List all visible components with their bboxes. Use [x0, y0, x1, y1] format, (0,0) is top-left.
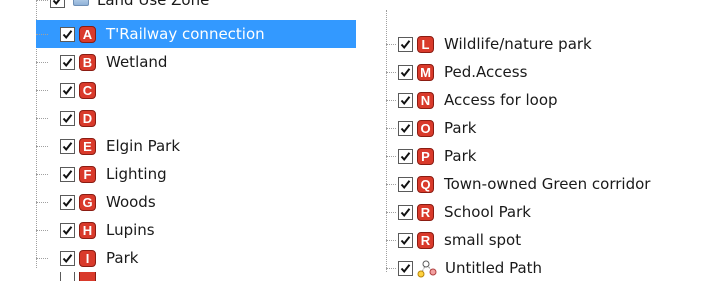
- left-layer-tree: Land Use Zone A T'Railway connection B Wetl…: [0, 0, 360, 281]
- marker-h-icon: H: [79, 221, 96, 239]
- layer-label: Park: [444, 147, 477, 165]
- layer-row-b[interactable]: B Wetland: [36, 48, 336, 76]
- marker-m-icon: M: [417, 63, 434, 81]
- layer-checkbox[interactable]: [398, 36, 413, 52]
- layer-checkbox[interactable]: [60, 222, 75, 238]
- marker-f-icon: F: [79, 165, 96, 183]
- marker-icon: [79, 272, 96, 281]
- marker-r-icon: R: [417, 231, 434, 249]
- layer-checkbox[interactable]: [60, 194, 75, 210]
- layer-label: Access for loop: [444, 91, 558, 109]
- marker-e-icon: E: [79, 137, 96, 155]
- layer-checkbox[interactable]: [398, 260, 413, 276]
- layer-label: School Park: [444, 203, 531, 221]
- layer-label: Lupins: [106, 221, 155, 239]
- layer-checkbox[interactable]: [60, 272, 75, 281]
- layer-checkbox[interactable]: [60, 54, 75, 70]
- layer-label: Wetland: [106, 53, 168, 71]
- layer-row-m[interactable]: M Ped.Access: [386, 58, 721, 86]
- layer-group-row[interactable]: Land Use Zone: [36, 0, 356, 14]
- layer-checkbox[interactable]: [398, 120, 413, 136]
- layer-group-checkbox[interactable]: [50, 0, 65, 8]
- marker-r-icon: R: [417, 203, 434, 221]
- layer-label: Woods: [106, 193, 156, 211]
- layer-row-d[interactable]: D: [36, 104, 336, 132]
- marker-n-icon: N: [417, 91, 434, 109]
- marker-g-icon: G: [79, 193, 96, 211]
- layer-row-partial[interactable]: [36, 272, 106, 281]
- layer-row-o[interactable]: O Park: [386, 114, 721, 142]
- layer-row-n[interactable]: N Access for loop: [386, 86, 721, 114]
- marker-o-icon: O: [417, 119, 434, 137]
- layer-label: Park: [106, 249, 139, 267]
- layer-row-i[interactable]: I Park: [36, 244, 336, 272]
- layer-checkbox[interactable]: [60, 138, 75, 154]
- layer-row-h[interactable]: H Lupins: [36, 216, 336, 244]
- marker-l-icon: L: [417, 35, 434, 53]
- layer-checkbox[interactable]: [398, 232, 413, 248]
- layer-row-a[interactable]: A T'Railway connection: [36, 20, 356, 48]
- layer-row-r[interactable]: Rsmall spot: [386, 226, 721, 254]
- marker-a-icon: A: [79, 25, 96, 43]
- layer-checkbox[interactable]: [60, 82, 75, 98]
- right-layer-tree: L Wildlife/nature park M Ped.Access N Access …: [378, 0, 721, 281]
- layer-checkbox[interactable]: [60, 26, 75, 42]
- marker-i-icon: I: [79, 249, 96, 267]
- layer-row-q[interactable]: Q Town-owned Green corridor: [386, 170, 721, 198]
- layer-label: Ped.Access: [444, 63, 528, 81]
- layer-row-r[interactable]: R School Park: [386, 198, 721, 226]
- layer-group-icon: [73, 0, 89, 6]
- layer-row-p[interactable]: P Park: [386, 142, 721, 170]
- marker-c-icon: C: [79, 81, 96, 99]
- layer-row-untitled-path[interactable]: Untitled Path: [386, 254, 721, 282]
- path-icon: [417, 260, 437, 278]
- marker-b-icon: B: [79, 53, 96, 71]
- layer-checkbox[interactable]: [398, 204, 413, 220]
- layer-row-f[interactable]: F Lighting: [36, 160, 336, 188]
- marker-p-icon: P: [417, 147, 434, 165]
- layer-row-l[interactable]: L Wildlife/nature park: [386, 30, 721, 58]
- layer-checkbox[interactable]: [60, 166, 75, 182]
- marker-d-icon: D: [79, 109, 96, 127]
- layer-checkbox[interactable]: [398, 92, 413, 108]
- layer-label: Town-owned Green corridor: [444, 175, 651, 193]
- layer-row-c[interactable]: C: [36, 76, 336, 104]
- layer-label: Lighting: [106, 165, 167, 183]
- layer-checkbox[interactable]: [398, 176, 413, 192]
- marker-q-icon: Q: [417, 175, 434, 193]
- layer-label: Park: [444, 119, 477, 137]
- layer-label: Untitled Path: [445, 259, 543, 277]
- layer-label: small spot: [444, 231, 522, 249]
- layer-label: Wildlife/nature park: [444, 35, 592, 53]
- layer-checkbox[interactable]: [398, 64, 413, 80]
- layer-row-e[interactable]: E Elgin Park: [36, 132, 336, 160]
- layer-checkbox[interactable]: [60, 250, 75, 266]
- layer-row-g[interactable]: G Woods: [36, 188, 336, 216]
- layer-label: Elgin Park: [106, 137, 181, 155]
- layer-group-label: Land Use Zone: [97, 0, 210, 9]
- layer-label: T'Railway connection: [106, 25, 265, 43]
- layer-checkbox[interactable]: [60, 110, 75, 126]
- layer-checkbox[interactable]: [398, 148, 413, 164]
